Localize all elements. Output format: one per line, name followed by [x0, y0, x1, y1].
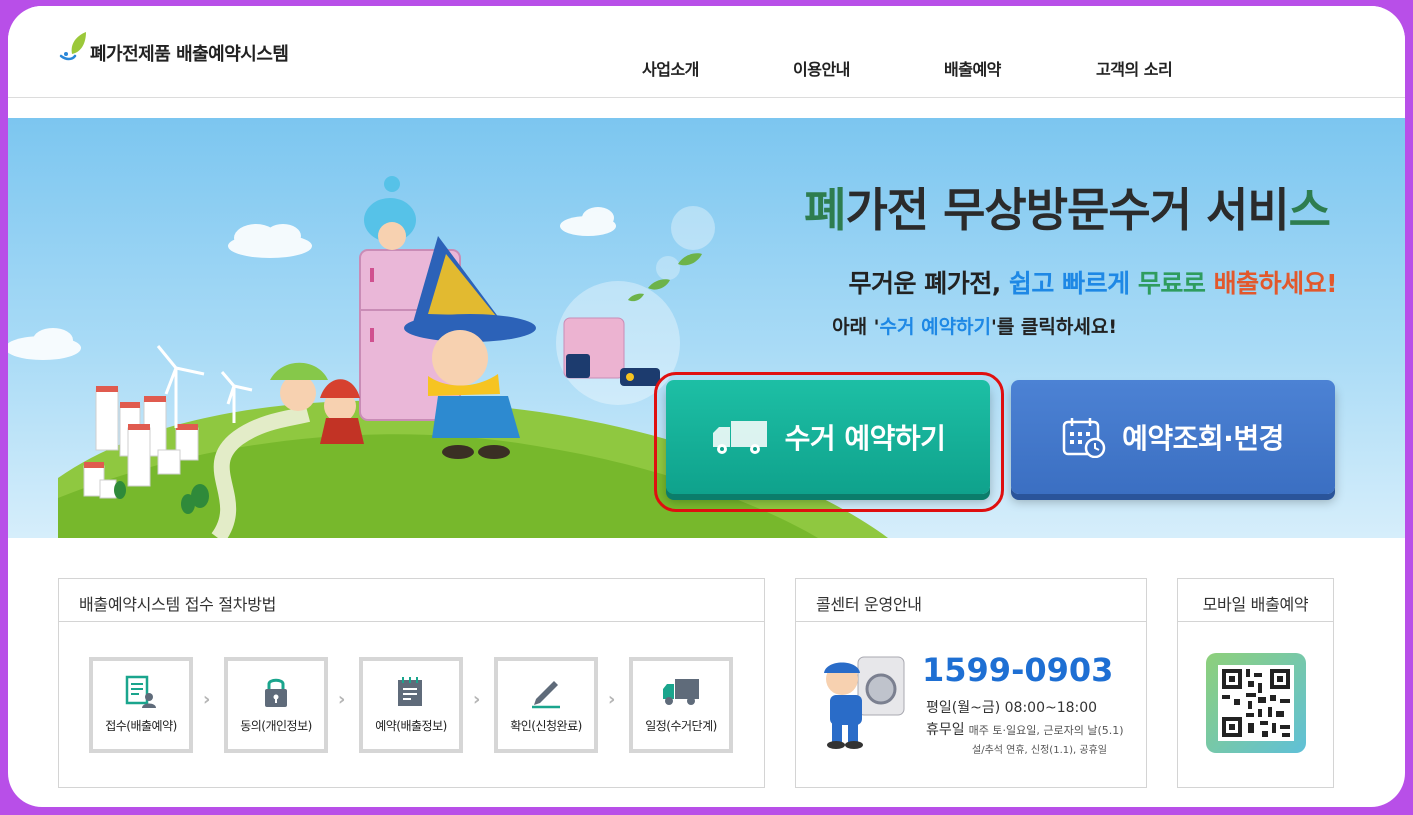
nav-voice[interactable]: 고객의 소리 [1096, 56, 1173, 80]
chevron-right-icon: › [608, 689, 616, 710]
page-frame: 폐가전제품 배출예약시스템 사업소개 이용안내 배출예약 고객의 소리 폐가전 … [8, 6, 1405, 807]
step-confirm: 확인(신청완료) [494, 657, 598, 753]
hero-banner: 폐가전 무상방문수거 서비스 무거운 폐가전, 쉽고 빠르게 무료로 배출하세요… [8, 118, 1405, 538]
callcenter-panel: 콜센터 운영안내 1599-0903 평일(월~금) 08:00~18:00 휴… [795, 578, 1147, 788]
holiday-detail: 매주 토·일요일, 근로자의 날(5.1) [968, 724, 1124, 737]
logo-text: 폐가전제품 배출예약시스템 [90, 44, 289, 65]
site-header: 폐가전제품 배출예약시스템 사업소개 이용안내 배출예약 고객의 소리 [8, 6, 1405, 98]
site-logo[interactable]: 폐가전제품 배출예약시스템 [58, 30, 289, 66]
collect-reservation-label: 수거 예약하기 [784, 422, 946, 455]
hero-sub-part-1: 무거운 폐가전, [848, 269, 1009, 298]
holiday-label: 휴무일 [926, 722, 965, 738]
check-change-button[interactable]: 예약조회·변경 [1011, 380, 1335, 494]
leaf-logo-icon [58, 30, 88, 66]
callcenter-phone[interactable]: 1599-0903 [922, 651, 1113, 689]
callcenter-weekday-hours: 평일(월~금) 08:00~18:00 [926, 700, 1098, 716]
hero-instruction: 아래 '수거 예약하기'를 클릭하세요! [832, 312, 1117, 339]
step-receipt: 접수(배출예약) [89, 657, 193, 753]
truck-icon [712, 421, 767, 454]
chevron-right-icon: › [473, 689, 481, 710]
truck-icon [663, 679, 699, 705]
hero-title-middle: 가전 무상방문수거 서비 [845, 183, 1289, 237]
step-reserve: 예약(배출정보) [359, 657, 463, 753]
hero-sub-free: 무료로 [1137, 269, 1206, 298]
hero-subtitle: 무거운 폐가전, 쉽고 빠르게 무료로 배출하세요! [848, 264, 1338, 300]
step-schedule: 일정(수거단계) [629, 657, 733, 753]
qr-code-frame[interactable] [1206, 653, 1306, 753]
step-consent: 동의(개인정보) [224, 657, 328, 753]
hero-sub-easy: 쉽고 빠르게 [1008, 269, 1130, 298]
step-receipt-label: 접수(배출예약) [105, 719, 177, 733]
nav-guide[interactable]: 이용안내 [793, 56, 850, 80]
notepad-icon [398, 677, 422, 706]
step-consent-label: 동의(개인정보) [240, 719, 312, 733]
step-confirm-label: 확인(신청완료) [510, 719, 582, 733]
hero-instruction-prefix: 아래 ' [832, 316, 880, 338]
document-user-icon [125, 675, 156, 708]
step-reserve-label: 예약(배출정보) [375, 719, 447, 733]
hero-title-accent-last: 스 [1288, 183, 1331, 237]
chevron-right-icon: › [203, 689, 211, 710]
hero-sub-exit: 배출하세요! [1213, 269, 1338, 298]
check-change-label: 예약조회·변경 [1122, 422, 1284, 455]
step-schedule-label: 일정(수거단계) [645, 719, 717, 733]
collect-reservation-button[interactable]: 수거 예약하기 [666, 380, 990, 494]
holiday-detail-2: 설/추석 연휴, 신정(1.1), 공휴일 [972, 745, 1107, 756]
calendar-clock-icon [1062, 418, 1106, 458]
nav-about[interactable]: 사업소개 [642, 56, 699, 80]
lock-icon [265, 678, 287, 707]
callcenter-holiday: 휴무일 매주 토·일요일, 근로자의 날(5.1) [926, 719, 1124, 739]
procedure-panel-title: 배출예약시스템 접수 절차방법 [59, 579, 764, 622]
mobile-panel: 모바일 배출예약 [1177, 578, 1334, 788]
hero-instruction-link: 수거 예약하기 [879, 316, 992, 338]
delivery-man-icon [824, 656, 905, 749]
hero-title: 폐가전 무상방문수거 서비스 [804, 174, 1331, 240]
qr-code-icon [1218, 665, 1294, 741]
chevron-right-icon: › [338, 689, 346, 710]
hero-title-accent-first: 폐 [804, 183, 846, 237]
nav-reservation[interactable]: 배출예약 [944, 56, 1001, 80]
procedure-panel: 배출예약시스템 접수 절차방법 접수(배출예약) › 동의(개인정보) › 예약… [58, 578, 765, 788]
mobile-panel-title: 모바일 배출예약 [1178, 579, 1333, 622]
callcenter-panel-title: 콜센터 운영안내 [796, 579, 1146, 622]
pencil-icon [532, 681, 560, 709]
hero-instruction-suffix: '를 클릭하세요! [991, 316, 1117, 338]
